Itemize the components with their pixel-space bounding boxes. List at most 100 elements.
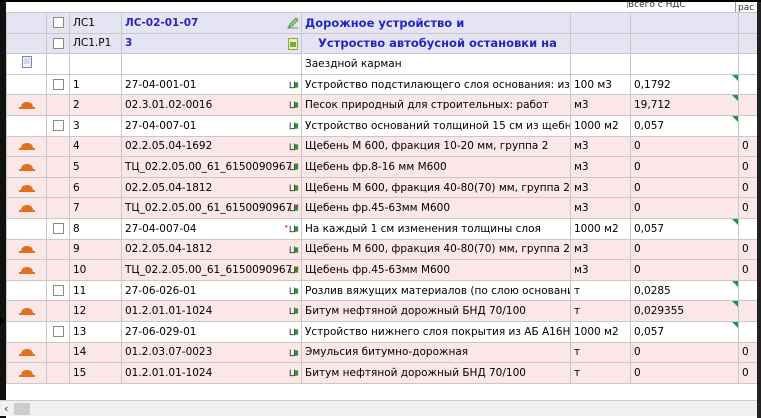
horizontal-scrollbar[interactable]: ‹ [0, 400, 761, 416]
checkbox-cell[interactable] [46, 73, 70, 96]
formula-icon[interactable] [284, 347, 299, 359]
formula-icon[interactable] [284, 182, 299, 194]
row-checkbox[interactable] [52, 326, 64, 338]
formula-icon[interactable] [284, 79, 299, 91]
row-checkbox[interactable] [52, 37, 64, 49]
row-qty[interactable]: 0 [630, 176, 739, 199]
checkbox-cell[interactable] [46, 12, 70, 34]
checkbox-cell[interactable] [46, 238, 70, 261]
row-extra [738, 114, 758, 137]
row-checkbox[interactable] [52, 79, 64, 91]
checkbox-cell[interactable] [46, 135, 70, 158]
row-qty[interactable]: 0,1792 [630, 73, 739, 96]
table-row[interactable]: 9 02.2.05.04-1812 Щебень М 600, фракция 40… [6, 238, 758, 261]
formula-icon[interactable] [284, 367, 299, 379]
row-unit: т [570, 300, 631, 322]
row-extra [738, 300, 758, 322]
checkbox-cell[interactable] [46, 156, 70, 178]
column-header-total[interactable]: Всего с НДС [627, 2, 735, 8]
row-code: 27-06-029-01 [121, 320, 302, 343]
row-code-text: 02.2.05.04-1692 [125, 140, 213, 153]
table-row[interactable]: 2 02.3.01.02-0016 Песок природный для стро… [6, 94, 758, 116]
checkbox-cell[interactable] [46, 114, 70, 137]
row-qty[interactable]: 0,029355 [630, 300, 739, 322]
scrollbar-thumb[interactable] [14, 403, 30, 415]
checkbox-cell[interactable] [46, 53, 70, 75]
formula-add-icon[interactable] [284, 223, 299, 235]
row-qty[interactable]: 0 [630, 362, 739, 384]
resource-hat-icon [18, 143, 35, 151]
table-row[interactable]: 12 01.2.01.01-1024 Битум нефтяной дорожный… [6, 300, 758, 322]
checkbox-cell[interactable] [46, 259, 70, 281]
row-marker-cell [6, 259, 47, 281]
checkbox-cell[interactable] [46, 341, 70, 364]
section-row[interactable]: ЛС1 ЛС-02-01-07 Дорожное устройство и [6, 12, 758, 34]
row-qty[interactable]: 0,057 [630, 320, 739, 343]
row-number: 9 [69, 238, 122, 261]
formula-icon[interactable] [284, 244, 299, 256]
row-qty[interactable]: 19,712 [630, 94, 739, 116]
row-number: 7 [69, 197, 122, 219]
table-row[interactable]: 6 02.2.05.04-1812 Щебень М 600, фракция 40… [6, 176, 758, 199]
formula-icon[interactable] [284, 326, 299, 338]
table-row[interactable]: 13 27-06-029-01 Устройство нижнего слоя по… [6, 320, 758, 343]
formula-icon[interactable] [284, 99, 299, 111]
row-qty[interactable]: 0 [630, 197, 739, 219]
row-qty[interactable]: 0 [630, 135, 739, 158]
row-qty[interactable]: 0,0285 [630, 279, 739, 302]
row-number: 5 [69, 156, 122, 178]
table-row[interactable]: 7 ТЦ_02.2.05.00_61_6150090967 Щебень фр.45… [6, 197, 758, 219]
table-row[interactable]: 14 01.2.03.07-0023 Эмульсия битумно-дорожн… [6, 341, 758, 364]
row-marker-cell [6, 53, 47, 75]
row-checkbox[interactable] [52, 17, 64, 29]
subsection-row[interactable]: ЛС1.Р1 3 Устроство автобусной остановки … [6, 32, 758, 55]
checkbox-cell[interactable] [46, 94, 70, 116]
row-number: 1 [69, 73, 122, 96]
row-checkbox[interactable] [52, 285, 64, 297]
row-qty[interactable]: 0 [630, 259, 739, 281]
formula-delete-icon[interactable] [284, 264, 299, 276]
row-marker-cell [6, 217, 47, 240]
row-code: ТЦ_02.2.05.00_61_6150090967 [121, 197, 302, 219]
table-row[interactable]: 8 27-04-007-04 На каждый 1 см изменения то… [6, 217, 758, 240]
table-row[interactable]: 1 27-04-001-01 Устройство подстилающего сл… [6, 73, 758, 96]
pen-icon[interactable] [287, 17, 299, 29]
resource-hat-icon [18, 369, 35, 377]
formula-icon[interactable] [284, 141, 299, 153]
table-row[interactable]: 10 ТЦ_02.2.05.00_61_6150090967 Щебень фр.4… [6, 259, 758, 281]
table-row[interactable]: 11 27-06-026-01 Розлив вяжущих материалов … [6, 279, 758, 302]
document-icon[interactable] [287, 37, 299, 50]
row-extra: 0 [738, 156, 758, 178]
checkbox-cell[interactable] [46, 279, 70, 302]
formula-delete-icon[interactable] [284, 202, 299, 214]
row-extra: 0 [738, 362, 758, 384]
row-unit: т [570, 279, 631, 302]
checkbox-cell[interactable] [46, 300, 70, 322]
checkbox-cell[interactable] [46, 176, 70, 199]
checkbox-cell[interactable] [46, 197, 70, 219]
scroll-left-icon[interactable]: ‹ [4, 402, 8, 415]
formula-icon[interactable] [284, 285, 299, 297]
row-qty[interactable]: 0,057 [630, 114, 739, 137]
table-row[interactable]: 4 02.2.05.04-1692 Щебень М 600, фракция 10… [6, 135, 758, 158]
formula-delete-icon[interactable] [284, 161, 299, 173]
checkbox-cell[interactable] [46, 362, 70, 384]
table-row[interactable]: 15 01.2.01.01-1024 Битум нефтяной дорожный… [6, 362, 758, 384]
checkbox-cell[interactable] [46, 32, 70, 55]
group-row[interactable]: Заездной карман [6, 53, 758, 75]
section-unit [570, 12, 631, 34]
row-checkbox[interactable] [52, 120, 64, 132]
checkbox-cell[interactable] [46, 320, 70, 343]
row-qty[interactable]: 0 [630, 156, 739, 178]
table-row[interactable]: 5 ТЦ_02.2.05.00_61_6150090967 Щебень фр.8-… [6, 156, 758, 178]
row-qty[interactable]: 0 [630, 238, 739, 261]
table-row[interactable]: 3 27-04-007-01 Устройство оснований толщин… [6, 114, 758, 137]
row-checkbox[interactable] [52, 223, 64, 235]
formula-icon[interactable] [284, 305, 299, 317]
row-qty[interactable]: 0 [630, 341, 739, 364]
row-unit: 1000 м2 [570, 320, 631, 343]
row-qty[interactable]: 0,057 [630, 217, 739, 240]
row-marker-cell [6, 114, 47, 137]
checkbox-cell[interactable] [46, 217, 70, 240]
formula-icon[interactable] [284, 120, 299, 132]
